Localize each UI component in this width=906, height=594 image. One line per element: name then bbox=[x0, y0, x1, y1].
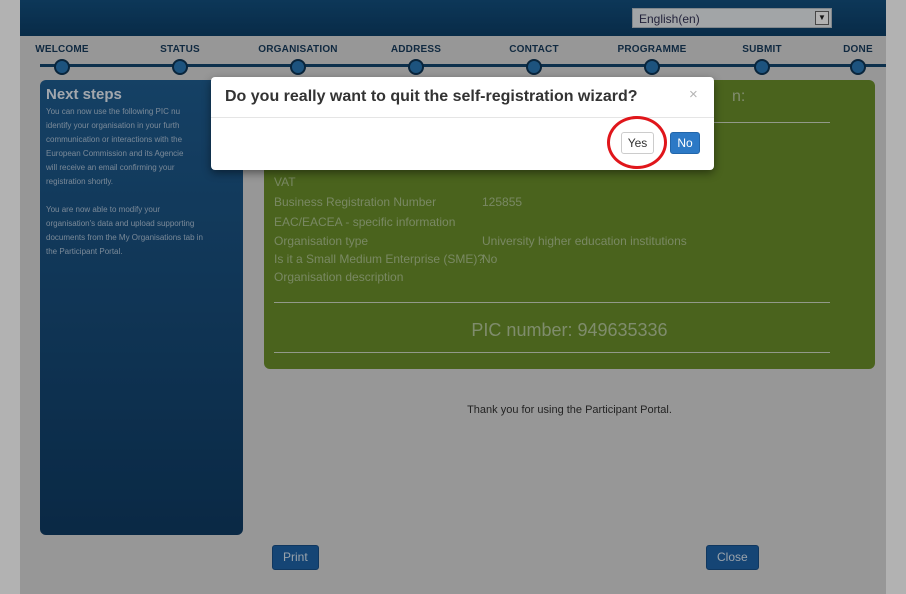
close-icon[interactable]: × bbox=[689, 86, 698, 103]
highlight-circle bbox=[607, 116, 667, 169]
dialog-title: Do you really want to quit the self-regi… bbox=[225, 88, 638, 105]
no-button[interactable]: No bbox=[670, 132, 700, 154]
screenshot-stage: English(en) ▼ WELCOME STATUS ORGANISATIO… bbox=[0, 0, 906, 594]
dialog-header: Do you really want to quit the self-regi… bbox=[211, 77, 714, 118]
